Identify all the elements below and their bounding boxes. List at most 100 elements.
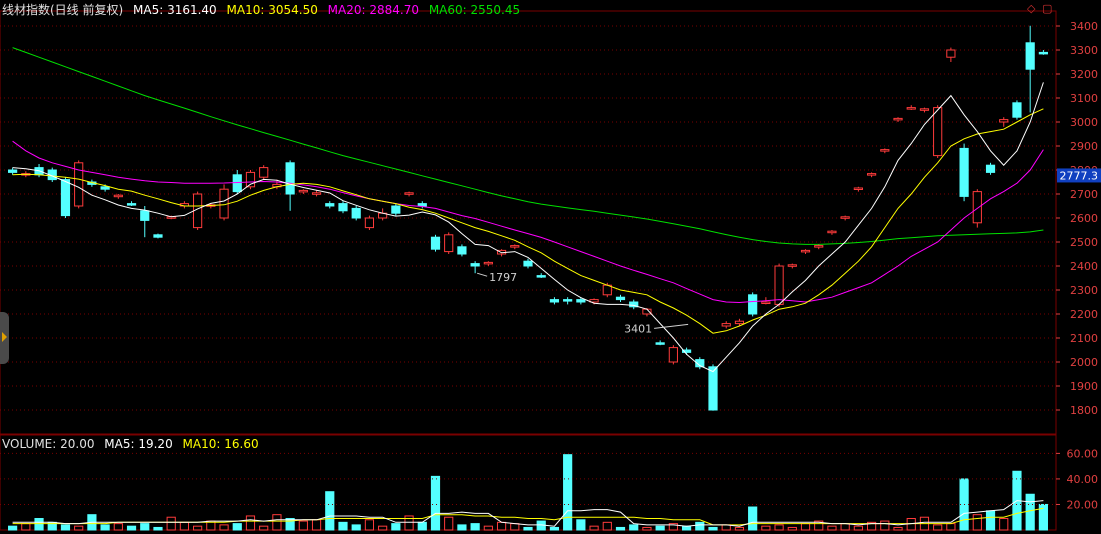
annotations-layer: 3401 1797	[476, 271, 689, 335]
candle-down	[563, 299, 573, 302]
candle-down	[140, 210, 150, 221]
candle-up	[364, 217, 375, 229]
ma60-legend: MA60: 2550.45	[428, 3, 521, 17]
price-axis: 1800 1900 2000 2100 2200 2300 2400 2500 2600 2700…	[1056, 20, 1101, 417]
price-tick-label: 1900	[1070, 380, 1098, 393]
volume-bar-up	[880, 520, 890, 531]
candle-up	[721, 323, 731, 327]
volume-bar-down	[430, 475, 441, 531]
corner-icons: ◇ ▢	[1027, 2, 1055, 15]
volume-ma5-legend: MA5: 19.20	[104, 437, 173, 451]
candle-down	[100, 186, 110, 190]
volume-bar-down	[985, 510, 996, 531]
price-marker-label: 2777.3	[1060, 169, 1099, 182]
candle-down	[959, 147, 969, 197]
volume-bar-down	[549, 526, 560, 531]
candle-up	[933, 107, 943, 157]
volume-bar-up	[999, 518, 1009, 531]
high-annotation-label: 3401	[624, 322, 652, 335]
chart-canvas: 1800 1900 2000 2100 2200 2300 2400 2500 2600 2700…	[0, 10, 1101, 531]
candle-down	[285, 162, 295, 195]
ma5-legend: MA5: 3161.40	[133, 3, 217, 17]
volume-ma10-legend: MA10: 16.60	[182, 437, 259, 451]
volume-bar-up	[496, 521, 507, 531]
candle-up	[298, 189, 308, 193]
chart-title: 线材指数(日线 前复权)	[2, 3, 124, 17]
grid-layer	[0, 10, 1057, 531]
volume-bar-up	[179, 521, 190, 531]
candle-up	[444, 234, 454, 253]
price-tick-label: 2400	[1070, 260, 1098, 273]
volume-bar-down	[140, 523, 150, 531]
candle-up	[866, 173, 877, 176]
candle-up	[814, 245, 824, 248]
volume-title: VOLUME: 20.00	[2, 437, 95, 451]
volume-bar-up	[378, 525, 388, 531]
volume-bar-up	[113, 523, 123, 531]
volume-axis: 20.00 40.00 60.00	[0, 447, 1098, 511]
candle-down	[1012, 102, 1022, 118]
volume-bar-up	[311, 519, 322, 531]
ma-lines-layer	[12, 82, 1044, 373]
volume-bar-up	[589, 525, 599, 531]
volume-bar-up	[245, 515, 256, 531]
volume-bar-down	[708, 526, 718, 531]
candle-up	[919, 108, 930, 111]
price-tick-label: 2000	[1070, 356, 1098, 369]
volume-bar-down	[232, 523, 242, 531]
candle-up	[853, 187, 863, 190]
volume-bars-layer	[8, 454, 1048, 531]
candle-up	[483, 261, 493, 265]
volume-bar-down	[655, 525, 665, 531]
high-annotation-arrow	[654, 323, 689, 329]
candle-down	[985, 164, 996, 173]
volume-bar-up	[893, 526, 903, 531]
volume-bar-up	[166, 516, 176, 531]
candle-up	[761, 301, 771, 304]
candle-up	[311, 192, 322, 195]
candle-up	[999, 119, 1009, 123]
volume-bar-up	[787, 526, 797, 531]
candle-down	[430, 236, 441, 250]
volume-bar-down	[126, 525, 137, 531]
candle-down	[351, 207, 361, 219]
price-tick-label: 2200	[1070, 308, 1098, 321]
candle-down	[523, 260, 533, 267]
volume-bar-up	[840, 523, 850, 531]
candle-up	[893, 117, 903, 121]
volume-bar-up	[602, 521, 612, 531]
candle-down	[8, 169, 18, 173]
volume-bar-up	[219, 524, 229, 531]
volume-bar-up	[946, 523, 956, 531]
candle-up	[510, 245, 520, 248]
volume-bar-down	[576, 519, 586, 531]
candle-up	[668, 347, 678, 363]
price-tick-label: 1800	[1070, 404, 1098, 417]
candle-down	[1038, 51, 1048, 55]
candle-down	[655, 342, 665, 345]
candle-up	[827, 230, 837, 234]
volume-bar-down	[100, 524, 110, 531]
price-tick-label: 3200	[1070, 68, 1098, 81]
volume-bar-up	[933, 524, 943, 531]
candle-up	[404, 192, 414, 195]
candle-down	[338, 203, 348, 212]
candle-up	[113, 194, 123, 198]
candle-down	[457, 246, 467, 255]
volume-bar-down	[391, 523, 401, 531]
candle-down	[549, 299, 560, 303]
price-tick-label: 2600	[1070, 212, 1098, 225]
volume-bar-up	[827, 525, 837, 531]
volume-bar-up	[272, 514, 282, 531]
volume-bar-down	[351, 524, 361, 531]
candle-down	[576, 299, 586, 303]
price-tick-label: 3300	[1070, 44, 1098, 57]
diamond-icon[interactable]: ◇	[1027, 2, 1035, 15]
candle-up	[787, 264, 797, 267]
volume-bar-up	[510, 523, 520, 531]
price-tick-label: 3000	[1070, 116, 1098, 129]
side-panel-toggle-handle[interactable]	[0, 312, 9, 364]
expand-box-icon[interactable]: ▢	[1042, 2, 1052, 15]
candle-up	[840, 216, 850, 219]
volume-bar-up	[774, 524, 784, 531]
